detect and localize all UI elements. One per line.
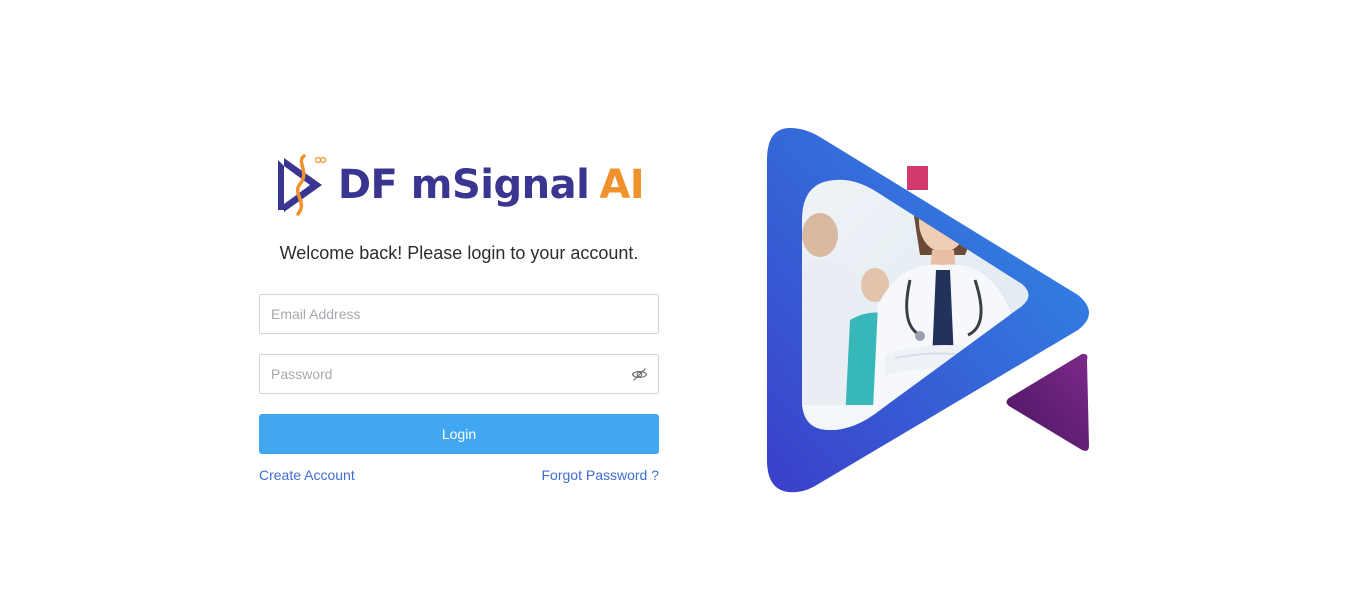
login-panel: DF mSignal AI Welcome back! Please login … [259,150,659,483]
auth-links: Create Account Forgot Password ? [259,467,659,483]
brand-name: DF mSignal AI [337,162,645,208]
forgot-password-link[interactable]: Forgot Password ? [542,467,660,483]
accent-pink-shape [907,166,928,190]
welcome-message: Welcome back! Please login to your accou… [279,243,639,263]
password-field[interactable] [259,354,659,394]
brand-name-accent: AI [599,162,645,208]
brand-header: DF mSignal AI [259,150,659,220]
email-input[interactable] [260,295,658,333]
login-button[interactable]: Login [259,414,659,454]
eye-off-icon[interactable] [631,366,648,383]
password-input[interactable] [260,355,658,393]
email-field[interactable] [259,294,659,334]
accent-purple-shape [1006,353,1089,451]
brand-name-main: DF mSignal [337,162,590,208]
df-logo-icon [277,154,326,216]
hero-illustration [767,128,1089,493]
create-account-link[interactable]: Create Account [259,467,355,483]
